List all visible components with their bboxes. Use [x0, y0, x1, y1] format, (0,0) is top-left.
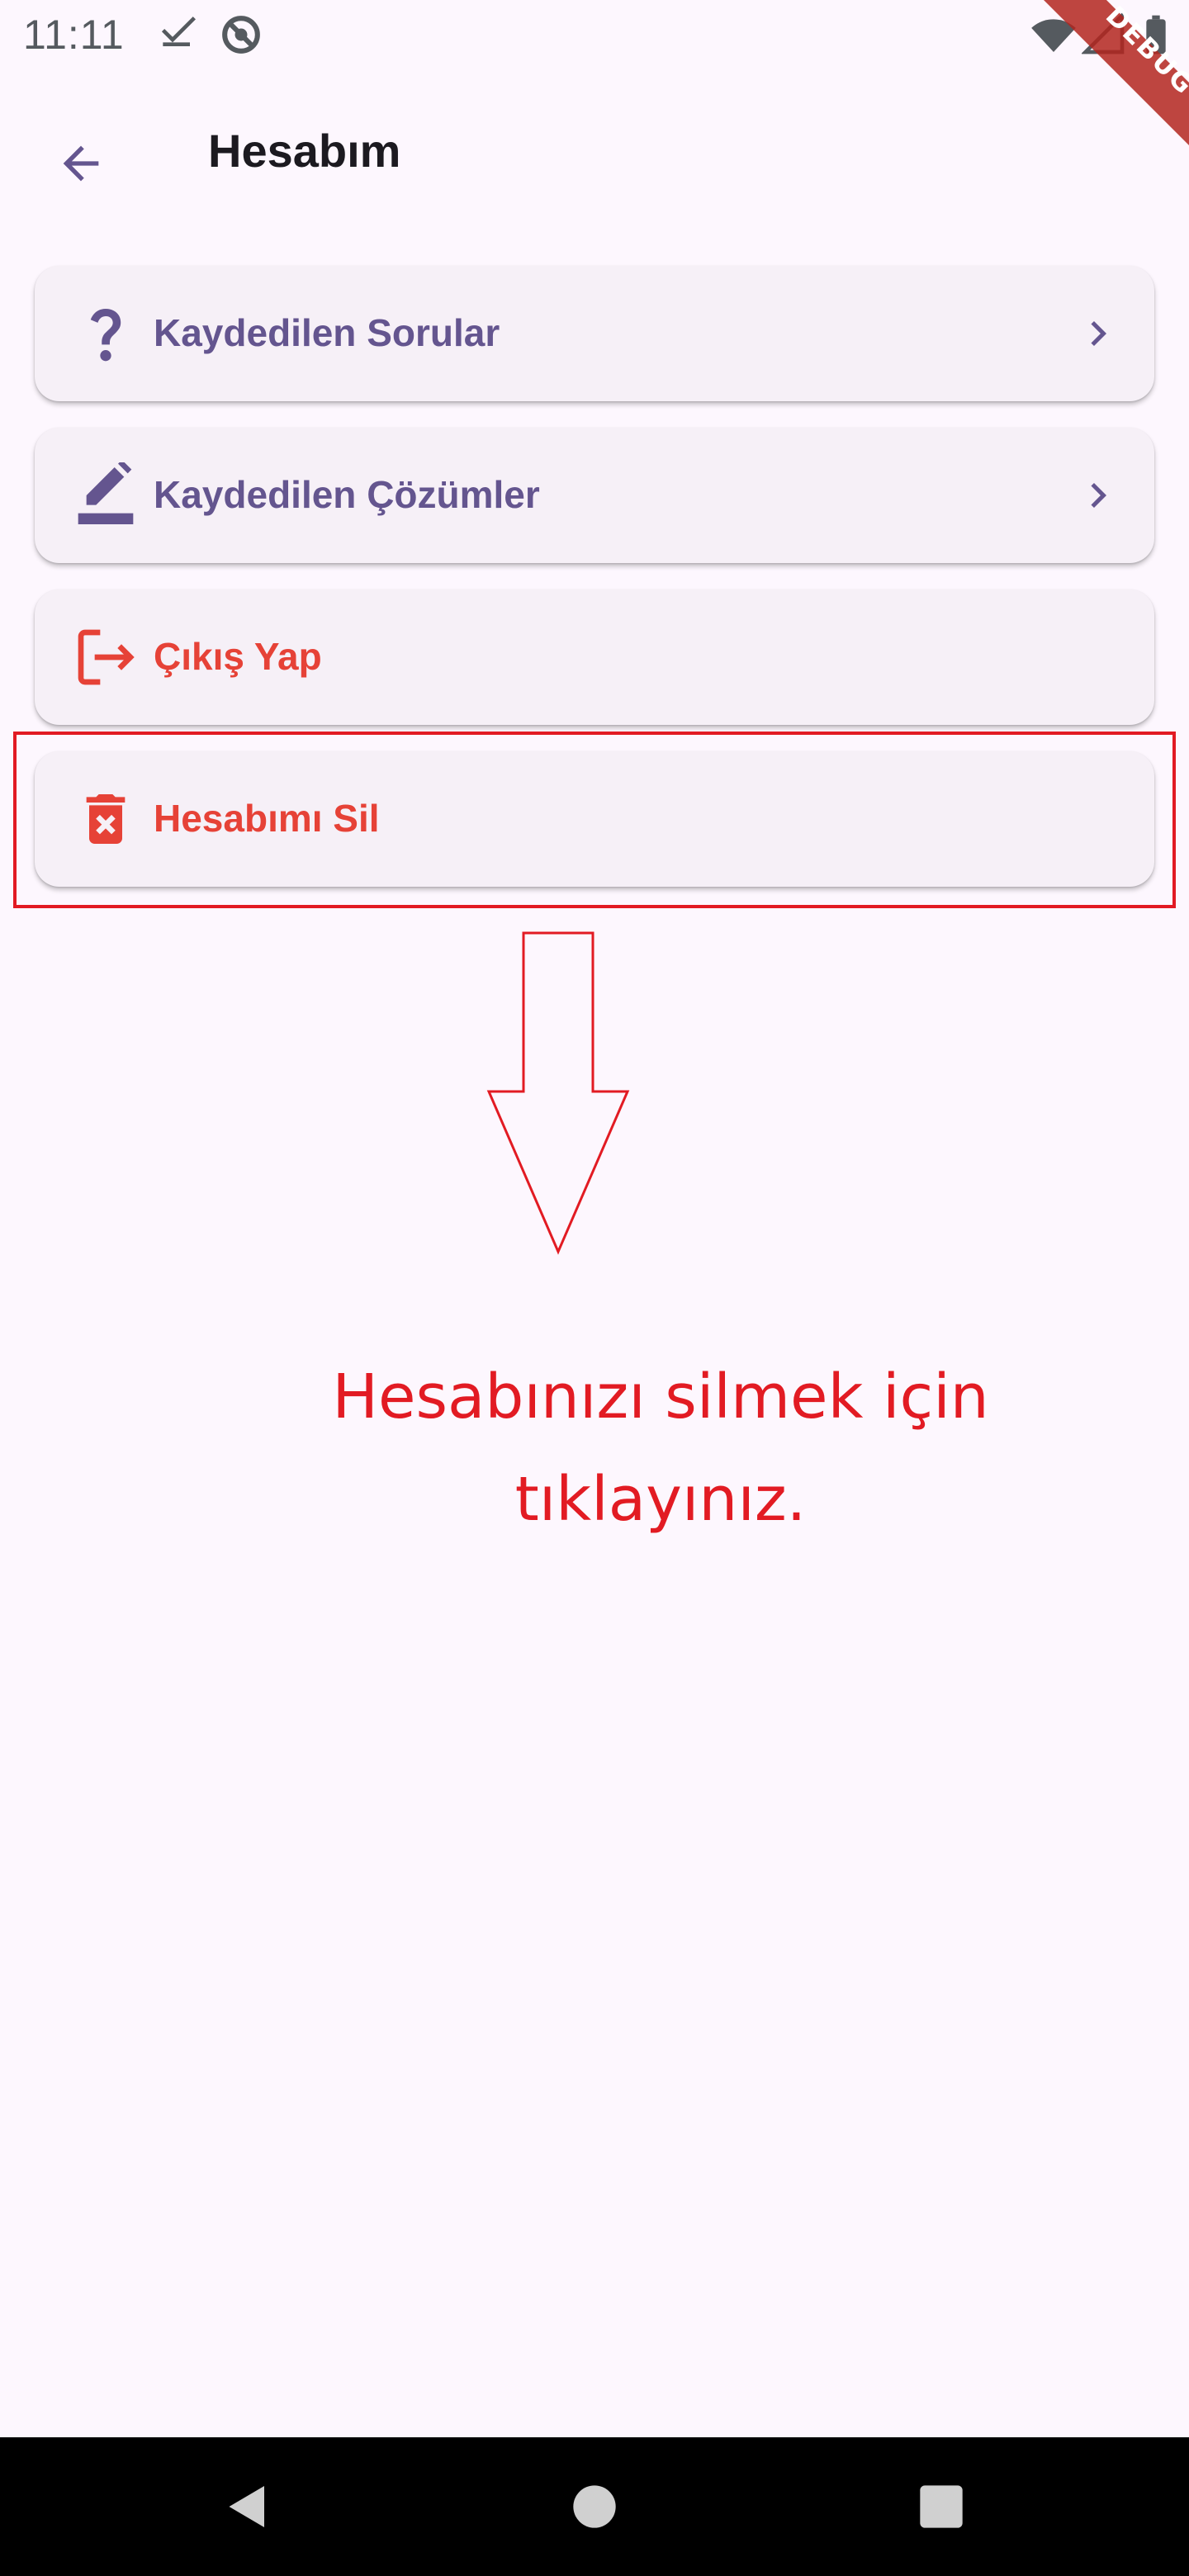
- chevron-right-icon: [1091, 321, 1106, 346]
- question-mark-icon: [73, 301, 139, 367]
- home-circle-icon: [573, 2485, 616, 2528]
- download-done-icon: [161, 17, 196, 46]
- system-navigation-bar: [0, 2437, 1189, 2576]
- status-bar: 11:11: [0, 0, 1189, 69]
- chevron-right-icon: [1091, 483, 1106, 508]
- nav-recents-button[interactable]: [908, 2474, 974, 2540]
- page-title: Hesabım: [208, 125, 401, 177]
- delete-account-hint: Hesabınızı silmek için tıklayınız.: [332, 1361, 989, 1535]
- down-arrow-annotation: [486, 931, 630, 1255]
- menu-item-saved-questions[interactable]: Kaydedilen Sorular: [35, 266, 1154, 401]
- arrow-back-icon: [63, 145, 99, 182]
- menu-item-label: Kaydedilen Sorular: [154, 311, 500, 354]
- wifi-icon: [1031, 19, 1076, 52]
- no-location-icon: [222, 16, 260, 54]
- menu-item-label: Çıkış Yap: [154, 635, 322, 678]
- app-bar: Hesabım: [0, 99, 1189, 205]
- back-button[interactable]: [35, 117, 127, 210]
- menu-item-label: Kaydedilen Çözümler: [154, 473, 540, 516]
- back-triangle-icon: [229, 2486, 264, 2527]
- nav-back-button[interactable]: [215, 2474, 281, 2540]
- logout-icon: [73, 624, 139, 690]
- recents-square-icon: [920, 2485, 963, 2528]
- edit-pen-icon: [73, 462, 139, 528]
- menu-item-saved-solutions[interactable]: Kaydedilen Çözümler: [35, 428, 1154, 563]
- menu-item-logout[interactable]: Çıkış Yap: [35, 590, 1154, 725]
- nav-home-button[interactable]: [561, 2474, 628, 2540]
- highlight-box: [13, 732, 1176, 908]
- status-time: 11:11: [23, 12, 125, 58]
